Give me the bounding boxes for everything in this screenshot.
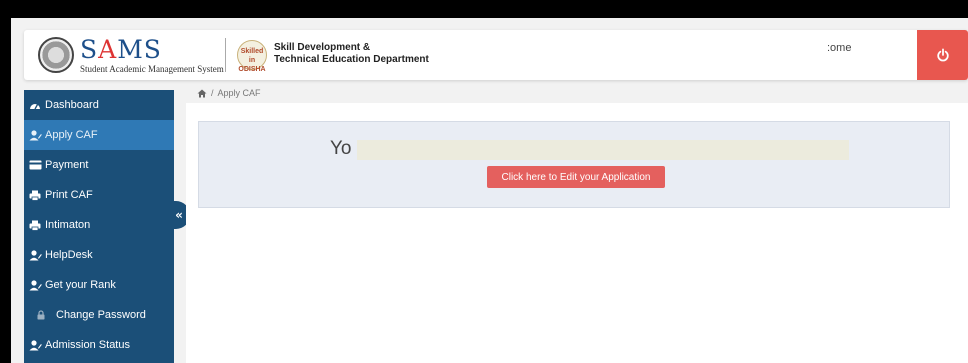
breadcrumb-current: Apply CAF xyxy=(217,88,261,98)
user-edit-icon xyxy=(28,129,42,141)
sidebar-item-label: Dashboard xyxy=(45,99,99,111)
sidebar-item-get-your-rank[interactable]: Get your Rank xyxy=(24,270,174,300)
header-divider xyxy=(225,38,226,72)
sidebar-item-label: HelpDesk xyxy=(45,249,93,261)
redacted-text-block xyxy=(357,140,849,160)
sidebar-item-apply-caf[interactable]: Apply CAF xyxy=(24,120,174,150)
welcome-text: :ome xyxy=(827,42,852,54)
sidebar-item-label: Print CAF xyxy=(45,189,93,201)
sidebar-item-label: Payment xyxy=(45,159,89,171)
user-edit-icon xyxy=(28,339,42,351)
brand-letter-s: S xyxy=(80,35,99,64)
sidebar-nav: Dashboard Apply CAF Payment Print CAF In… xyxy=(24,90,174,363)
breadcrumb-separator: / xyxy=(211,88,214,98)
dashboard-icon xyxy=(28,99,42,111)
odisha-emblem-logo xyxy=(38,37,74,73)
app-viewport: SAMS Student Academic Management System … xyxy=(11,18,968,363)
edit-application-button[interactable]: Click here to Edit your Application xyxy=(487,166,665,188)
panel-heading: Yo xyxy=(330,138,352,159)
main-content: Yo Click here to Edit your Application xyxy=(186,103,968,363)
power-icon xyxy=(936,48,949,62)
skilled-in-odisha-logo: Skilled in ODISHA xyxy=(237,40,267,73)
department-line-1: Skill Development & xyxy=(274,42,371,53)
sidebar-item-print-caf[interactable]: Print CAF xyxy=(24,180,174,210)
print-icon xyxy=(28,189,42,201)
sidebar-item-label: Get your Rank xyxy=(45,279,116,291)
brand-subtitle: Student Academic Management System xyxy=(80,64,224,74)
home-icon[interactable] xyxy=(197,89,207,98)
sidebar-item-payment[interactable]: Payment xyxy=(24,150,174,180)
lock-icon xyxy=(34,309,48,321)
double-chevron-left-icon: « xyxy=(175,208,183,222)
sidebar-item-label: Intimaton xyxy=(45,219,91,231)
sidebar-item-dashboard[interactable]: Dashboard xyxy=(24,90,174,120)
department-name: Skill Development & Technical Education … xyxy=(274,42,429,66)
credit-card-icon xyxy=(28,159,42,171)
user-edit-icon xyxy=(28,279,42,291)
user-edit-icon xyxy=(28,249,42,261)
breadcrumb: / Apply CAF xyxy=(197,88,261,98)
sidebar-item-intimation[interactable]: Intimaton xyxy=(24,210,174,240)
sidebar-item-change-password[interactable]: Change Password xyxy=(24,300,174,330)
top-header: SAMS Student Academic Management System … xyxy=(24,30,968,80)
sidebar-item-label: Admission Status xyxy=(45,339,130,351)
brand-letter-a: A xyxy=(98,35,118,64)
logout-button[interactable] xyxy=(917,30,968,80)
print-icon xyxy=(28,219,42,231)
sidebar-item-helpdesk[interactable]: HelpDesk xyxy=(24,240,174,270)
sidebar-item-label: Apply CAF xyxy=(45,129,98,141)
department-line-2: Technical Education Department xyxy=(274,54,429,65)
sidebar-item-admission-status[interactable]: Admission Status xyxy=(24,330,174,360)
application-status-panel: Yo Click here to Edit your Application xyxy=(198,121,950,208)
sams-brand-title: SAMS xyxy=(80,35,162,64)
brand-letters-ms: MS xyxy=(117,35,162,64)
sidebar-item-label: Change Password xyxy=(56,309,146,321)
